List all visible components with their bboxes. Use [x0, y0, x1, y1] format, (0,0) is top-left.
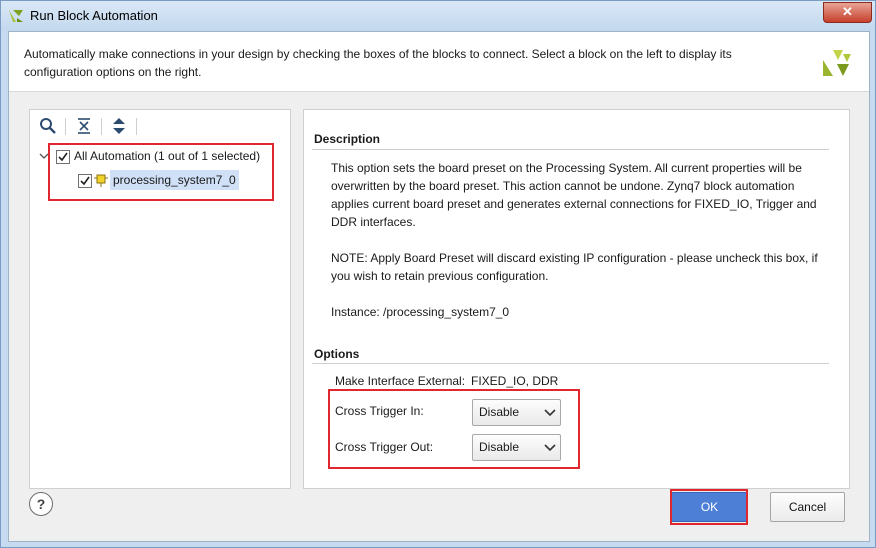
- divider: [312, 149, 829, 150]
- expand-all-icon[interactable]: [109, 116, 129, 136]
- dialog-header: Automatically make connections in your d…: [9, 32, 869, 92]
- window-title: Run Block Automation: [30, 8, 158, 23]
- dialog-body: Automatically make connections in your d…: [8, 31, 870, 542]
- help-button[interactable]: ?: [29, 492, 53, 516]
- description-title: Description: [314, 132, 381, 146]
- configuration-panel: Description This option sets the board p…: [303, 109, 850, 489]
- xilinx-logo-icon: [823, 50, 851, 76]
- instance-text: Instance: /processing_system7_0: [331, 305, 510, 319]
- highlight-box: [48, 143, 274, 201]
- tree-toolbar: [30, 110, 290, 142]
- toolbar-separator: [65, 118, 66, 135]
- note-paragraph: NOTE: Apply Board Preset will discard ex…: [331, 251, 818, 283]
- make-interface-value: FIXED_IO, DDR: [471, 374, 559, 388]
- make-interface-label: Make Interface External:: [335, 374, 466, 388]
- highlight-box: [328, 389, 580, 469]
- toolbar-separator: [101, 118, 102, 135]
- dialog-window: Run Block Automation ✕ Automatically mak…: [0, 0, 876, 548]
- cancel-button[interactable]: Cancel: [770, 492, 845, 522]
- description-paragraph: This option sets the board preset on the…: [331, 161, 817, 229]
- highlight-box: [670, 489, 748, 525]
- vivado-app-icon: [9, 10, 23, 22]
- search-icon[interactable]: [38, 116, 58, 136]
- toolbar-separator: [136, 118, 137, 135]
- header-description: Automatically make connections in your d…: [24, 47, 732, 79]
- block-tree-panel: All Automation (1 out of 1 selected) pro…: [29, 109, 291, 489]
- title-bar[interactable]: Run Block Automation ✕: [1, 1, 875, 31]
- close-button[interactable]: ✕: [823, 2, 872, 23]
- divider: [312, 363, 829, 364]
- options-title: Options: [314, 347, 360, 361]
- collapse-all-icon[interactable]: [74, 116, 94, 136]
